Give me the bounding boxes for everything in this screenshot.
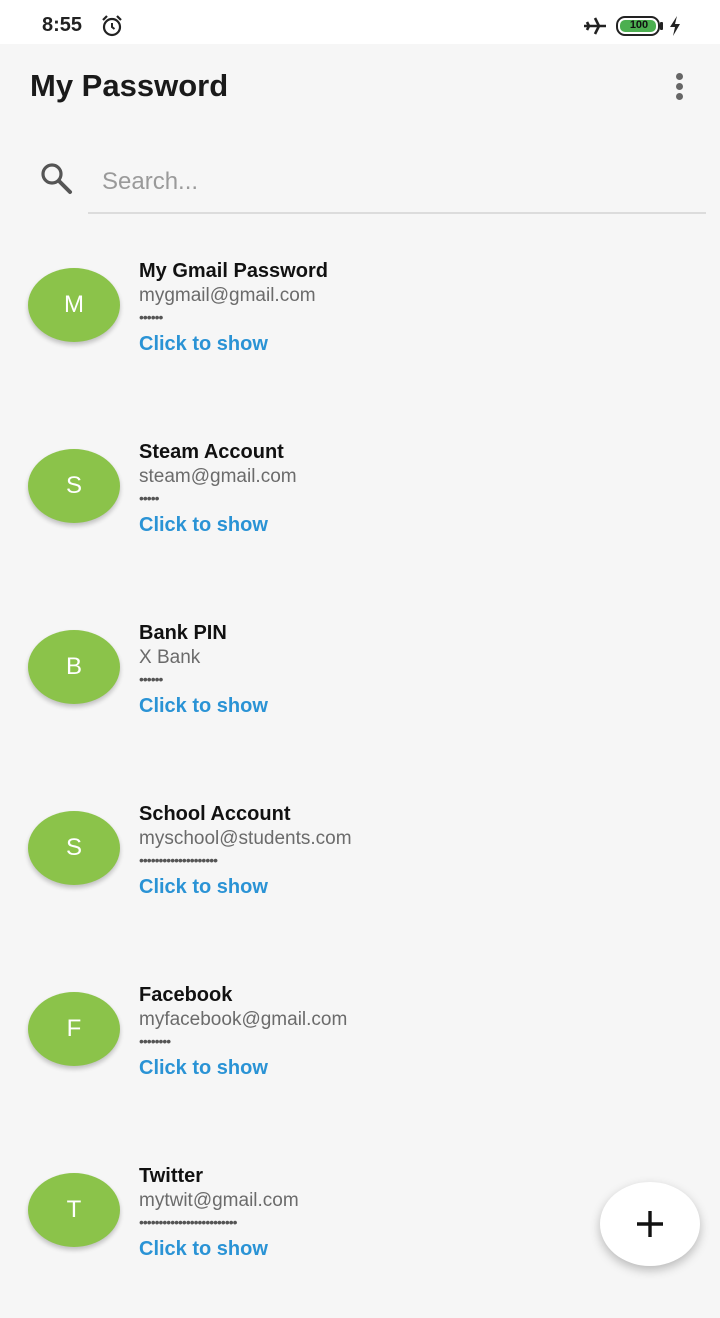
list-item[interactable]: S School Account myschool@students.com •… [0,775,720,956]
avatar: T [28,1173,120,1247]
list-item[interactable]: F Facebook myfacebook@gmail.com ••••••••… [0,956,720,1137]
masked-password: •••••• [139,671,163,687]
plus-icon [637,1211,663,1237]
entry-username: mygmail@gmail.com [139,285,316,306]
entry-title: My Gmail Password [139,260,328,282]
click-to-show-link[interactable]: Click to show [139,1238,268,1261]
masked-password: •••••••••••••••••••• [139,852,218,868]
status-time: 8:55 [42,14,83,36]
click-to-show-link[interactable]: Click to show [139,514,268,537]
masked-password: ••••••••••••••••••••••••• [139,1214,238,1230]
avatar: S [28,449,120,523]
avatar: B [28,630,120,704]
list-item[interactable]: B Bank PIN X Bank •••••• Click to show [0,594,720,775]
entry-username: mytwit@gmail.com [139,1190,299,1211]
charging-icon [668,15,682,42]
click-to-show-link[interactable]: Click to show [139,333,268,356]
search-input[interactable] [88,152,706,214]
entry-username: steam@gmail.com [139,466,297,487]
list-item[interactable]: M My Gmail Password mygmail@gmail.com ••… [0,232,720,413]
entry-username: myschool@students.com [139,828,352,849]
status-bar: 8:55 100 [0,0,720,44]
password-list: M My Gmail Password mygmail@gmail.com ••… [0,232,720,1318]
more-vert-icon[interactable] [668,70,690,104]
avatar: M [28,268,120,342]
alarm-icon [100,14,124,43]
masked-password: •••••••• [139,1033,171,1049]
battery-level: 100 [629,19,649,31]
click-to-show-link[interactable]: Click to show [139,876,268,899]
entry-username: X Bank [139,647,201,668]
entry-title: Bank PIN [139,622,227,644]
search-icon [38,160,74,201]
entry-title: Steam Account [139,441,284,463]
list-item[interactable]: S Steam Account steam@gmail.com ••••• Cl… [0,413,720,594]
masked-password: ••••• [139,490,159,506]
click-to-show-link[interactable]: Click to show [139,695,268,718]
entry-title: Twitter [139,1165,204,1187]
entry-title: Facebook [139,984,233,1006]
entry-username: myfacebook@gmail.com [139,1009,348,1030]
avatar: F [28,992,120,1066]
entry-title: School Account [139,803,291,825]
airplane-icon [582,14,608,43]
avatar: S [28,811,120,885]
page-title: My Password [30,68,229,103]
masked-password: •••••• [139,309,163,325]
add-entry-button[interactable] [600,1182,700,1266]
click-to-show-link[interactable]: Click to show [139,1057,268,1080]
